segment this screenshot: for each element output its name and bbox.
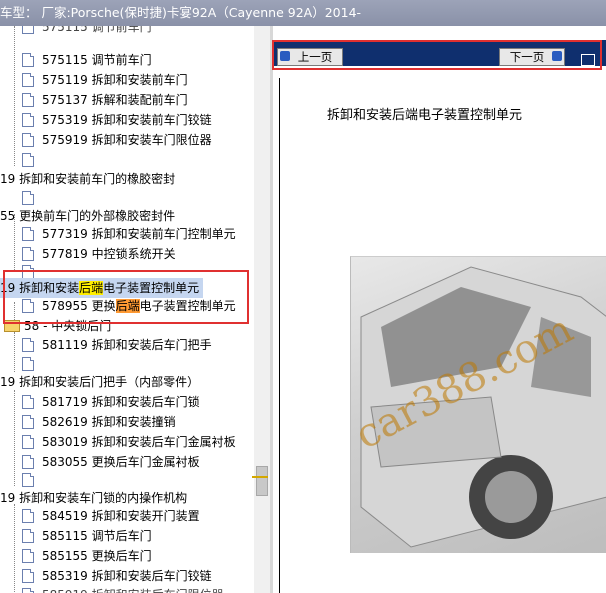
tree-item-code: 577819 [42, 247, 88, 261]
annotation-box-tree-selection [3, 270, 249, 324]
tree-item-code: 575119 [42, 73, 88, 87]
tree-item-label: 拆卸和安装后车门锁 [91, 395, 200, 409]
document-icon [22, 93, 34, 107]
tree-group-label: 19 拆卸和安装后门把手（内部零件） [0, 375, 200, 389]
tree-item-label: 更换后车门 [91, 549, 152, 563]
tree-group-label: 19 拆卸和安装前车门的橡胶密封 [0, 172, 176, 186]
document-icon [22, 415, 34, 429]
tree-item-label: 拆卸和安装前车门 [91, 73, 188, 87]
tree-guide-line [14, 504, 15, 593]
document-icon [22, 113, 34, 127]
tree-item-label: 拆卸和安装后车门把手 [91, 338, 212, 352]
annotation-box-nav [272, 40, 602, 70]
tree-item-code: 581119 [42, 338, 88, 352]
document-icon [22, 153, 34, 167]
document-icon [22, 191, 34, 205]
document-icon [22, 455, 34, 469]
tree-guide-line [14, 26, 15, 166]
scroll-position-marker [252, 476, 268, 478]
document-icon [22, 133, 34, 147]
tree-group[interactable]: 55 更换前车门的外部橡胶密封件 [0, 206, 175, 226]
tree-item-label: 调节前车门 [91, 53, 152, 67]
tree-item-label: 拆卸和安装后车门铰链 [91, 569, 212, 583]
tree-item-label: 拆卸和安装前车门铰链 [91, 113, 212, 127]
tree-guide-line [14, 332, 15, 372]
tree-group-label: 19 拆卸和安装车门锁的内操作机构 [0, 491, 188, 505]
document-icon [22, 529, 34, 543]
tree-item-label: 拆卸和安装前车门控制单元 [91, 227, 236, 241]
tree-guide-line [14, 390, 15, 486]
tree-item-code: 575115 [42, 53, 88, 67]
window-title: 车型： 厂家:Porsche(保时捷)卡宴92A（Cayenne 92A）201… [0, 5, 362, 20]
tree-item-code: 581719 [42, 395, 88, 409]
tree-item-label: 拆卸和安装撞销 [91, 415, 176, 429]
window-title-bar: 车型： 厂家:Porsche(保时捷)卡宴92A（Cayenne 92A）201… [0, 0, 606, 26]
tree-item-label: 拆卸和安装开门装置 [91, 509, 200, 523]
page-border [279, 78, 280, 593]
document-icon [22, 435, 34, 449]
document-icon [22, 395, 34, 409]
document-icon [22, 53, 34, 67]
document-icon [22, 549, 34, 563]
document-icon [22, 357, 34, 371]
tree-item-label: 拆卸和安装车门限位器 [91, 133, 212, 147]
document-icon [22, 569, 34, 583]
tree-item-code: 575137 [42, 93, 88, 107]
tree-item-label: 拆解和装配前车门 [91, 93, 188, 107]
tree-group-label: 55 更换前车门的外部橡胶密封件 [0, 209, 176, 223]
scrollbar-thumb[interactable] [256, 466, 268, 496]
document-icon [22, 588, 34, 593]
document-icon [22, 247, 34, 261]
tree-item-code: 582619 [42, 415, 88, 429]
tree-group[interactable]: 19 拆卸和安装前车门的橡胶密封 [0, 169, 175, 189]
tree-item-code: 585115 [42, 529, 88, 543]
tree-item-code: 585155 [42, 549, 88, 563]
document-icon [22, 338, 34, 352]
document-icon [22, 73, 34, 87]
document-icon [22, 509, 34, 523]
tree-item-label: 调节后车门 [91, 529, 152, 543]
document-icon [22, 473, 34, 487]
page-title: 拆卸和安装后端电子装置控制单元 [327, 108, 523, 123]
tree-item-label: 拆卸和安装后车门金属衬板 [91, 435, 236, 449]
tree-item-code: 577319 [42, 227, 88, 241]
tree-item-label: 更换后车门金属衬板 [91, 455, 200, 469]
tree-item-label: 585919 拆卸和安装后车门限位器 [42, 585, 224, 593]
tree-item-label: 575115 调节前车门 [42, 26, 152, 34]
tree-item-code: 585319 [42, 569, 88, 583]
document-icon [22, 227, 34, 241]
tree-item-code: 584519 [42, 509, 88, 523]
tree-item-code: 575919 [42, 133, 88, 147]
tree-item-code: 583055 [42, 455, 88, 469]
tree-group[interactable]: 19 拆卸和安装后门把手（内部零件） [0, 372, 199, 392]
tree-scrollbar[interactable] [254, 26, 270, 593]
document-icon [22, 26, 34, 34]
tree-group[interactable]: 19 拆卸和安装车门锁的内操作机构 [0, 488, 187, 508]
tree-item-code: 583019 [42, 435, 88, 449]
tree-item-code: 575319 [42, 113, 88, 127]
tree-item-label: 中控锁系统开关 [91, 247, 176, 261]
